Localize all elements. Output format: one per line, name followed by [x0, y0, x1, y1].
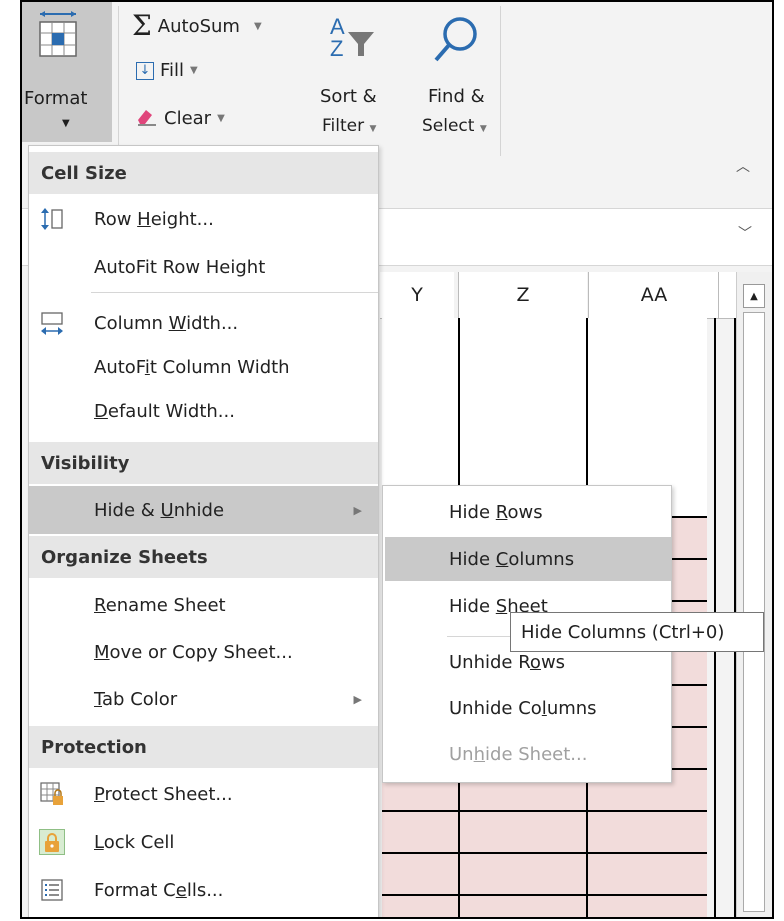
- sort-filter-button[interactable]: A Z Sort & Filter ▼: [318, 8, 408, 143]
- chevron-down-icon: ▼: [62, 118, 70, 129]
- menu-item-hide-unhide[interactable]: Hide & Unhide ▶: [29, 486, 378, 534]
- menu-item-format-cells[interactable]: Format Cells...: [29, 866, 378, 914]
- clear-button[interactable]: Clear ▼: [136, 106, 225, 131]
- format-cells-icon: [39, 877, 65, 903]
- column-header-y[interactable]: Y: [380, 272, 454, 319]
- tooltip: Hide Columns (Ctrl+0): [510, 612, 764, 652]
- submenu-arrow-icon: ▶: [353, 692, 362, 706]
- sort-filter-text: Filter: [322, 116, 365, 136]
- section-visibility: Visibility: [29, 442, 378, 484]
- menu-item-column-width[interactable]: Column Width...: [29, 299, 378, 347]
- magnifier-icon: [430, 14, 482, 71]
- find-select-text: Select: [422, 116, 475, 136]
- format-icon: [38, 10, 78, 67]
- column-label: Z: [516, 284, 530, 306]
- row-height-icon: [39, 206, 65, 232]
- column-width-label: Column Width...: [94, 312, 239, 334]
- menu-item-move-copy-sheet[interactable]: Move or Copy Sheet...: [29, 628, 378, 676]
- submenu-item-unhide-sheet: Unhide Sheet...: [385, 732, 671, 776]
- hide-columns-label: Hide Columns: [449, 548, 575, 570]
- lock-icon: [39, 829, 65, 855]
- unhide-sheet-label: Unhide Sheet...: [449, 743, 588, 765]
- hide-unhide-label: Hide & Unhide: [94, 499, 225, 521]
- sort-filter-label-2: Filter ▼: [322, 116, 376, 136]
- move-copy-sheet-label: Move or Copy Sheet...: [94, 641, 293, 663]
- lock-cell-label: Lock Cell: [94, 831, 175, 853]
- find-select-label-2: Select ▼: [422, 116, 487, 136]
- section-organize-sheets: Organize Sheets: [29, 536, 378, 578]
- format-button[interactable]: Format ▼: [22, 2, 112, 142]
- column-label: Y: [411, 284, 423, 306]
- chevron-down-icon: ▼: [217, 113, 225, 124]
- submenu-item-unhide-columns[interactable]: Unhide Columns: [385, 686, 671, 730]
- fill-down-icon: ↓: [136, 61, 154, 80]
- find-select-label-1: Find &: [428, 86, 485, 107]
- grid-line: [382, 852, 707, 854]
- scroll-up-icon[interactable]: ▲: [743, 284, 765, 308]
- expand-formula-bar-icon[interactable]: ﹀: [738, 223, 752, 243]
- submenu-item-hide-rows[interactable]: Hide Rows: [385, 490, 671, 534]
- menu-item-lock-cell[interactable]: Lock Cell: [29, 818, 378, 866]
- divider: [118, 6, 119, 156]
- autofit-column-width-label: AutoFit Column Width: [94, 356, 290, 378]
- sort-filter-label-1: Sort &: [320, 86, 377, 107]
- row-height-label: Row Height...: [94, 208, 214, 230]
- excel-window: Format ▼ Σ AutoSum ▼ ↓ Fill ▼ Clear ▼ A …: [20, 0, 774, 919]
- menu-item-rename-sheet[interactable]: Rename Sheet: [29, 581, 378, 629]
- chevron-down-icon: ▼: [253, 20, 262, 32]
- autosum-button[interactable]: Σ AutoSum ▼: [132, 12, 262, 40]
- menu-item-autofit-row-height[interactable]: AutoFit Row Height: [29, 243, 378, 291]
- section-protection: Protection: [29, 726, 378, 768]
- column-header-aa[interactable]: AA: [588, 272, 719, 319]
- section-cell-size: Cell Size: [29, 152, 378, 194]
- column-header-z[interactable]: Z: [458, 272, 587, 319]
- tab-color-label: Tab Color: [94, 688, 178, 710]
- column-label: AA: [640, 284, 668, 306]
- vertical-scrollbar[interactable]: ▲: [736, 272, 772, 917]
- unhide-columns-label: Unhide Columns: [449, 697, 597, 719]
- rename-sheet-label: Rename Sheet: [94, 594, 226, 616]
- divider: [91, 292, 378, 293]
- grid-line: [382, 810, 707, 812]
- collapse-ribbon-icon[interactable]: ︿: [736, 156, 750, 176]
- format-cells-label: Format Cells...: [94, 879, 224, 901]
- unhide-rows-label: Unhide Rows: [449, 651, 566, 673]
- protect-sheet-label: Protect Sheet...: [94, 783, 233, 805]
- hide-rows-label: Hide Rows: [449, 501, 543, 523]
- format-label: Format: [24, 88, 88, 109]
- sigma-icon: Σ: [132, 9, 152, 42]
- submenu-arrow-icon: ▶: [353, 503, 362, 517]
- divider: [500, 6, 501, 156]
- chevron-down-icon: ▼: [369, 124, 377, 134]
- autosum-label: AutoSum: [157, 15, 240, 37]
- menu-item-tab-color[interactable]: Tab Color ▶: [29, 675, 378, 723]
- protect-sheet-icon: [39, 781, 65, 807]
- sort-az-icon: A Z: [328, 12, 378, 69]
- menu-item-row-height[interactable]: Row Height...: [29, 195, 378, 243]
- fill-label: Fill: [160, 60, 185, 81]
- chevron-down-icon: ▼: [190, 65, 198, 76]
- grid-line: [382, 894, 707, 896]
- column-width-icon: [39, 310, 65, 336]
- menu-item-protect-sheet[interactable]: Protect Sheet...: [29, 770, 378, 818]
- format-menu: Cell Size Row Height... AutoFit Row Heig…: [28, 145, 379, 917]
- clear-label: Clear: [164, 108, 212, 129]
- find-select-button[interactable]: Find & Select ▼: [402, 8, 492, 143]
- column-header-ab[interactable]: [718, 272, 737, 319]
- submenu-item-hide-columns[interactable]: Hide Columns: [385, 537, 671, 581]
- chevron-down-icon: ▼: [479, 124, 487, 134]
- autofit-row-height-label: AutoFit Row Height: [94, 256, 266, 278]
- menu-item-default-width[interactable]: Default Width...: [29, 387, 378, 435]
- default-width-label: Default Width...: [94, 400, 235, 422]
- fill-button[interactable]: ↓ Fill ▼: [136, 60, 198, 81]
- menu-item-autofit-column-width[interactable]: AutoFit Column Width: [29, 343, 378, 391]
- svg-text:Z: Z: [330, 36, 343, 61]
- eraser-icon: [136, 106, 158, 131]
